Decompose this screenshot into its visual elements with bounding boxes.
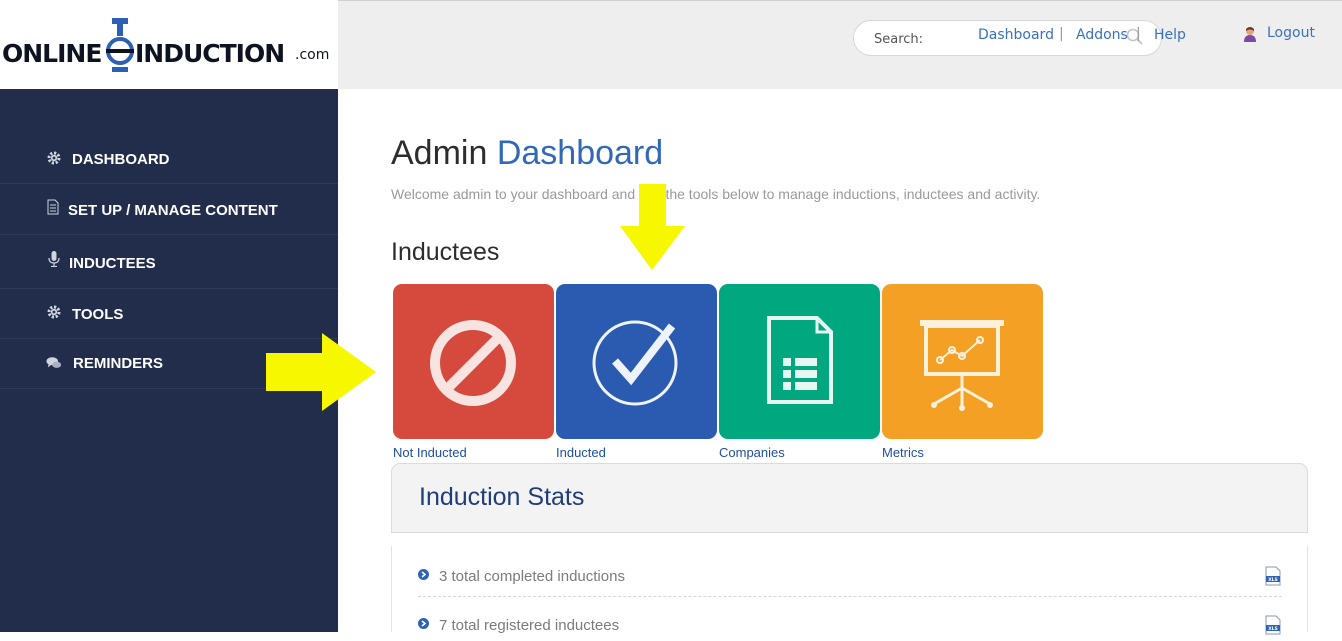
- stats-title: Induction Stats: [419, 483, 585, 511]
- spreadsheet-icon: [767, 316, 833, 404]
- section-heading: Inductees: [391, 238, 500, 266]
- sidebar-item-label: SET UP / MANAGE CONTENT: [68, 202, 278, 219]
- page-title-accent: Dashboard: [496, 134, 664, 172]
- stats-list: 3 total completed inductions XLS 7 total…: [391, 546, 1308, 635]
- tile-label-inducted[interactable]: Inducted: [556, 445, 606, 460]
- logout-link[interactable]: Logout: [1267, 25, 1315, 41]
- sidebar-item-tools[interactable]: TOOLS: [0, 289, 338, 339]
- tile-companies[interactable]: [719, 284, 880, 439]
- stat-text: 7 total registered inductees: [439, 617, 620, 634]
- check-circle-icon: [592, 320, 678, 406]
- stat-text: 3 total completed inductions: [439, 568, 625, 585]
- xls-icon[interactable]: XLS: [1265, 566, 1281, 586]
- chevron-right-icon: [418, 569, 429, 580]
- top-link-addons[interactable]: Addons: [1076, 27, 1128, 43]
- stat-item: 3 total completed inductions XLS: [418, 552, 1282, 597]
- tile-label-not-inducted[interactable]: Not Inducted: [393, 445, 467, 460]
- sidebar-item-setup[interactable]: SET UP / MANAGE CONTENT: [0, 185, 338, 235]
- top-link-help[interactable]: Help: [1154, 27, 1186, 43]
- logo[interactable]: ONLINE INDUCTION .com: [0, 9, 338, 88]
- microphone-icon: [48, 251, 60, 267]
- logo-suffix: .com: [295, 47, 330, 63]
- top-link-separator: |: [1136, 26, 1141, 42]
- welcome-text: Welcome admin to your dashboard and use …: [391, 186, 1041, 202]
- tile-not-inducted[interactable]: [393, 284, 554, 439]
- presentation-chart-icon: [920, 320, 1004, 411]
- document-icon: [47, 199, 59, 215]
- sidebar-item-label: TOOLS: [72, 306, 124, 323]
- sidebar-item-label: DASHBOARD: [72, 151, 170, 168]
- stat-separator: [418, 596, 1282, 597]
- stats-divider: [391, 532, 1308, 533]
- stat-item: 7 total registered inductees XLS: [418, 601, 1282, 641]
- svg-text:XLS: XLS: [1268, 577, 1278, 583]
- logo-text-right: INDUCTION: [135, 39, 285, 68]
- xls-icon[interactable]: XLS: [1265, 615, 1281, 635]
- top-link-separator: |: [1059, 26, 1064, 42]
- page-title-part1: Admin: [391, 134, 488, 172]
- logo-strip: [0, 0, 338, 9]
- annotation-arrow-down-icon: [620, 184, 685, 270]
- gear-icon: [47, 151, 61, 165]
- chevron-right-icon: [418, 618, 429, 629]
- tile-label-companies[interactable]: Companies: [719, 445, 785, 460]
- logo-mark-icon: [106, 18, 134, 72]
- tile-metrics[interactable]: [882, 284, 1043, 439]
- logo-text-left: ONLINE: [2, 39, 102, 68]
- page-title: Admin Dashboard: [391, 134, 663, 173]
- sidebar-item-inductees[interactable]: INDUCTEES: [0, 236, 338, 289]
- top-bar: Dashboard | Addons | Help Logout: [338, 0, 1342, 89]
- top-link-dashboard[interactable]: Dashboard: [978, 27, 1054, 43]
- search-icon[interactable]: [1126, 28, 1144, 46]
- annotation-arrow-right-icon: [266, 333, 376, 411]
- user-icon: [1244, 27, 1256, 42]
- prohibited-icon: [430, 320, 516, 406]
- stats-panel-header: Induction Stats: [391, 463, 1308, 532]
- sidebar-item-dashboard[interactable]: DASHBOARD: [0, 134, 338, 184]
- tile-label-metrics[interactable]: Metrics: [882, 445, 924, 460]
- gear-icon: [47, 305, 61, 319]
- chat-bubbles-icon: [46, 357, 62, 368]
- tile-inducted[interactable]: [556, 284, 717, 439]
- sidebar-item-label: REMINDERS: [73, 355, 164, 372]
- svg-text:XLS: XLS: [1268, 626, 1278, 632]
- sidebar-item-label: INDUCTEES: [69, 255, 156, 272]
